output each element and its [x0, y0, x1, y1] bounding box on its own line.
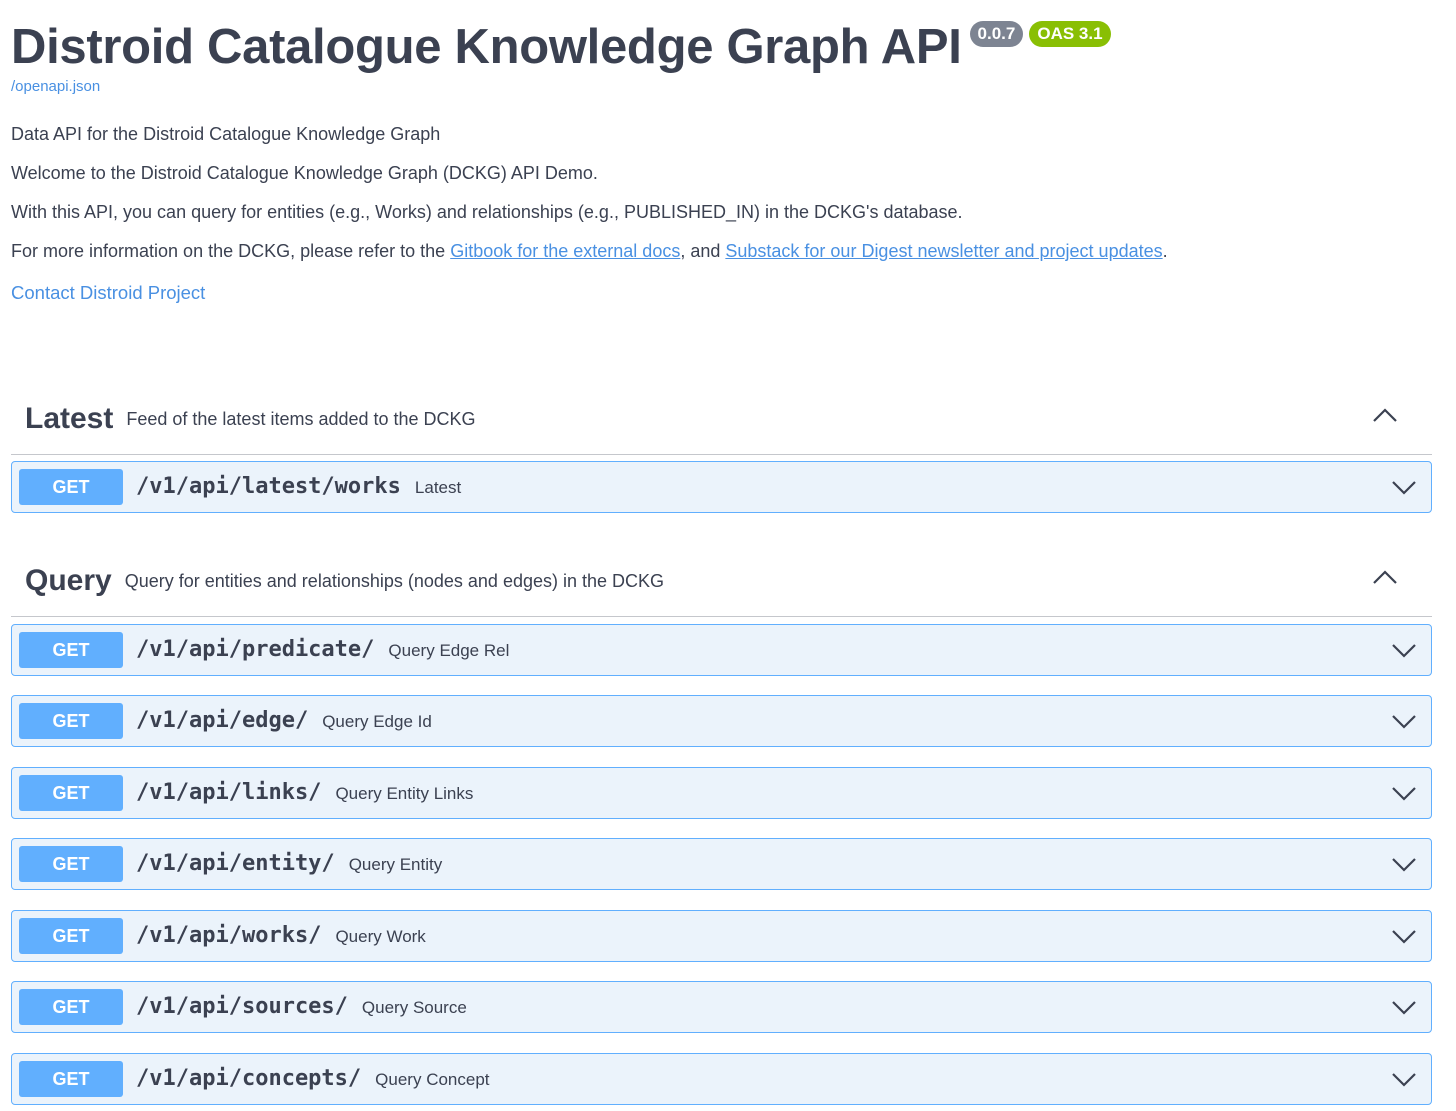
tag-name: Query: [25, 564, 112, 597]
operation-summary: Latest: [414, 478, 462, 497]
operation-summary: Query Entity Links: [335, 784, 474, 803]
operation-get-concepts[interactable]: GET /v1/api/concepts/Query Concept: [11, 1053, 1432, 1105]
operation-path: /v1/api/links/Query Entity Links: [136, 780, 474, 805]
method-badge: GET: [19, 846, 123, 882]
operation-path: /v1/api/sources/Query Source: [136, 994, 467, 1019]
info-title-row: Distroid Catalogue Knowledge Graph API 0…: [11, 18, 1111, 76]
description-text: For more information on the DCKG, please…: [11, 241, 451, 261]
chevron-up-icon[interactable]: [1372, 568, 1398, 588]
operation-summary: Query Concept: [375, 1070, 490, 1089]
contact-link[interactable]: Contact Distroid Project: [11, 282, 205, 304]
chevron-down-icon[interactable]: [1391, 1069, 1417, 1089]
tag-name: Latest: [25, 402, 114, 435]
method-badge: GET: [19, 703, 123, 739]
operation-summary: Query Work: [335, 927, 426, 946]
description-text: .: [1162, 241, 1168, 261]
tag-description: Query for entities and relationships (no…: [124, 570, 665, 591]
description-line-4: For more information on the DCKG, please…: [11, 241, 1168, 262]
description-line-3: With this API, you can query for entitie…: [11, 202, 963, 222]
method-badge: GET: [19, 1061, 123, 1097]
operation-path: /v1/api/edge/Query Edge Id: [136, 708, 432, 733]
operation-path: /v1/api/entity/Query Entity: [136, 851, 443, 876]
method-badge: GET: [19, 469, 123, 505]
chevron-up-icon[interactable]: [1372, 406, 1398, 426]
operation-path: /v1/api/works/Query Work: [136, 923, 426, 948]
tag-description: Feed of the latest items added to the DC…: [126, 408, 476, 429]
openapi-spec-link[interactable]: /openapi.json: [11, 78, 100, 95]
version-badge: 0.0.7: [969, 21, 1024, 47]
operation-get-latest-works[interactable]: GET /v1/api/latest/works Latest: [11, 461, 1432, 513]
chevron-down-icon[interactable]: [1391, 926, 1417, 946]
operation-get-links[interactable]: GET /v1/api/links/Query Entity Links: [11, 767, 1432, 819]
operation-get-sources[interactable]: GET /v1/api/sources/Query Source: [11, 981, 1432, 1033]
description-line-1: Data API for the Distroid Catalogue Know…: [11, 124, 441, 144]
operation-get-edge[interactable]: GET /v1/api/edge/Query Edge Id: [11, 695, 1432, 747]
chevron-down-icon[interactable]: [1391, 854, 1417, 874]
operation-get-works[interactable]: GET /v1/api/works/Query Work: [11, 910, 1432, 962]
substack-newsletter-link[interactable]: Substack for our Digest newsletter and p…: [725, 241, 1162, 261]
operation-path: /v1/api/predicate/Query Edge Rel: [136, 637, 510, 662]
oas-badge: OAS 3.1: [1029, 21, 1111, 47]
tag-header-latest[interactable]: Latest Feed of the latest items added to…: [11, 384, 1432, 455]
operation-get-predicate[interactable]: GET /v1/api/predicate/Query Edge Rel: [11, 624, 1432, 676]
chevron-down-icon[interactable]: [1391, 711, 1417, 731]
page-title: Distroid Catalogue Knowledge Graph API: [11, 20, 962, 74]
operation-summary: Query Source: [361, 998, 467, 1017]
operation-summary: Query Entity: [348, 855, 443, 874]
chevron-down-icon[interactable]: [1391, 477, 1417, 497]
method-badge: GET: [19, 989, 123, 1025]
operation-get-entity[interactable]: GET /v1/api/entity/Query Entity: [11, 838, 1432, 890]
gitbook-docs-link[interactable]: Gitbook for the external docs: [450, 241, 680, 261]
method-badge: GET: [19, 918, 123, 954]
description-line-2: Welcome to the Distroid Catalogue Knowle…: [11, 163, 598, 183]
operation-summary: Query Edge Rel: [388, 641, 510, 660]
operation-path: /v1/api/latest/works Latest: [136, 474, 462, 499]
chevron-down-icon[interactable]: [1391, 783, 1417, 803]
description-text: , and: [680, 241, 726, 261]
chevron-down-icon[interactable]: [1391, 640, 1417, 660]
operation-summary: Query Edge Id: [322, 712, 432, 731]
method-badge: GET: [19, 632, 123, 668]
chevron-down-icon[interactable]: [1391, 997, 1417, 1017]
operation-path: /v1/api/concepts/Query Concept: [136, 1066, 490, 1091]
tag-header-query[interactable]: Query Query for entities and relationshi…: [11, 546, 1432, 617]
method-badge: GET: [19, 775, 123, 811]
